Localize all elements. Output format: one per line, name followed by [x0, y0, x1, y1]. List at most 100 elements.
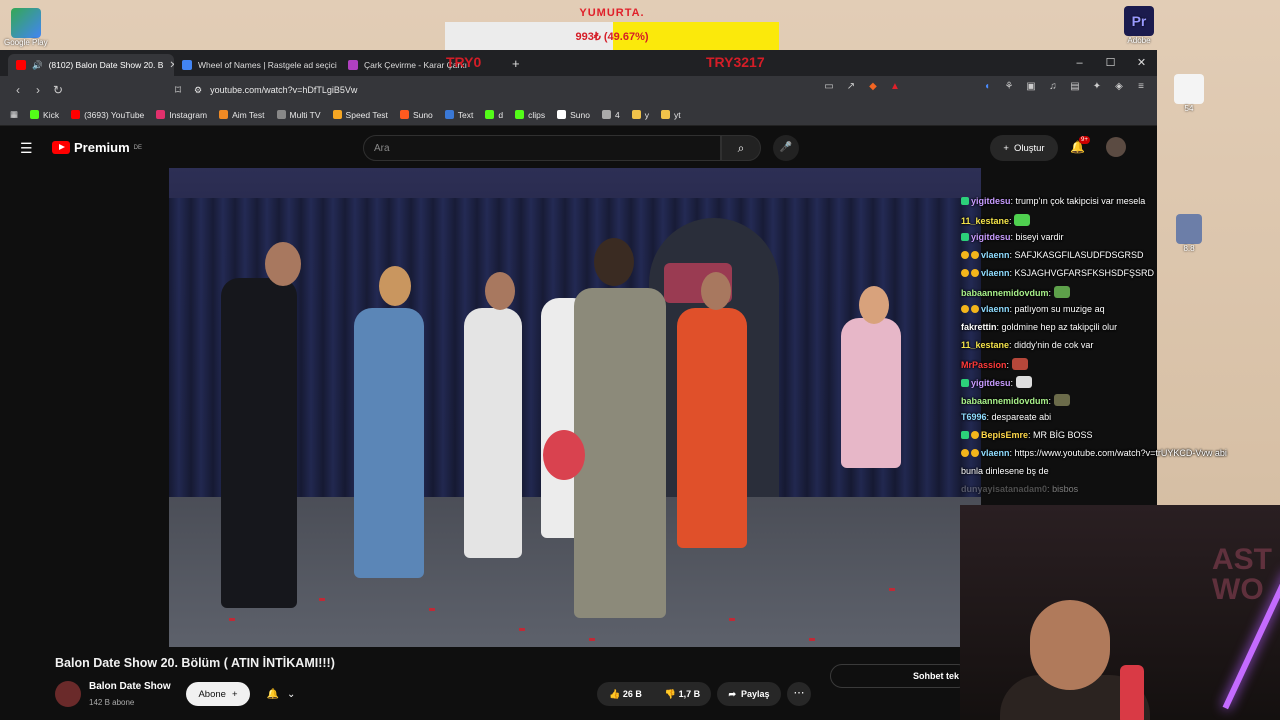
chat-message: yigitdesu: trump'ın çok takipcisi var me… — [961, 196, 1145, 206]
minimize-icon[interactable]: – — [1064, 50, 1095, 76]
cast-icon[interactable]: ▭ — [823, 81, 835, 92]
leo-icon[interactable]: ✦ — [1091, 81, 1103, 92]
supporter-badge-icon — [971, 449, 979, 457]
confetti — [589, 638, 595, 641]
subscribe-button[interactable]: Abone + — [186, 682, 250, 706]
channel-name[interactable]: Balon Date Show — [89, 681, 171, 692]
chat-username[interactable]: vlaenn — [981, 304, 1010, 314]
subscriber-badge-icon — [961, 431, 969, 439]
chat-username[interactable]: 11_kestane — [961, 216, 1009, 226]
sidebar-icon[interactable]: ▣ — [1025, 81, 1037, 92]
maximize-icon[interactable]: ☐ — [1095, 50, 1126, 76]
create-label: Oluştur — [1013, 142, 1045, 154]
playlist-icon[interactable]: ♫ — [1047, 81, 1059, 92]
like-button[interactable]: 👍 26 B — [597, 689, 654, 700]
apps-grid-icon[interactable]: ▦ — [10, 109, 18, 120]
vpn-icon[interactable]: ◈ — [1113, 81, 1125, 92]
brave-shield-icon[interactable]: ◆ — [867, 81, 879, 92]
video-person-2 — [354, 308, 424, 578]
rewards-icon[interactable]: ▲ — [889, 81, 901, 92]
chat-username[interactable]: fakrettin — [961, 322, 997, 332]
chat-username[interactable]: vlaenn — [981, 268, 1010, 278]
bookmark-item[interactable]: y — [631, 110, 649, 120]
bookmark-item[interactable]: 4 — [602, 110, 620, 120]
chat-username[interactable]: babaannemidovdum — [961, 288, 1049, 298]
share-button[interactable]: ➦ Paylaş — [717, 682, 781, 706]
bookmark-item[interactable]: Aim Test — [219, 110, 265, 120]
bookmark-item[interactable]: Suno — [557, 110, 590, 120]
site-info-icon[interactable]: ⚙ — [194, 85, 202, 96]
video-balloon — [543, 430, 585, 480]
youtube-favicon-icon — [16, 60, 26, 70]
search-icon[interactable]: ⌕ — [721, 135, 761, 161]
search-input[interactable]: Ara — [363, 135, 721, 161]
create-button[interactable]: + Oluştur — [990, 135, 1058, 161]
adobe-label: Adobe — [1127, 36, 1151, 45]
back-icon[interactable]: ‹ — [8, 83, 28, 97]
bookmark-item[interactable]: Kick — [30, 110, 59, 120]
chat-username[interactable]: vlaenn — [981, 250, 1010, 260]
bookmark-item[interactable]: Text — [444, 110, 473, 120]
chevron-down-icon: ⌄ — [287, 688, 296, 700]
chat-username[interactable]: T6996 — [961, 412, 987, 422]
subscriber-badge-icon — [961, 379, 969, 387]
bookmark-label: 4 — [615, 109, 620, 120]
chat-username[interactable]: BepisEmre — [981, 430, 1028, 440]
bookmark-item[interactable]: yt — [660, 110, 681, 120]
bookmark-item[interactable]: d — [485, 110, 503, 120]
chat-text: bisbos — [1052, 484, 1079, 494]
tab-youtube[interactable]: 🔊 (8102) Balon Date Show 20. B ✕ — [8, 54, 174, 76]
video-head-2 — [379, 266, 411, 306]
account-avatar[interactable] — [1106, 137, 1126, 157]
url-text: youtube.com/watch?v=hDfTLgiB5Vw — [210, 85, 358, 95]
channel-avatar[interactable] — [55, 681, 81, 707]
bookmark-item[interactable]: Suno — [399, 109, 433, 120]
bookmark-item[interactable]: clips — [515, 110, 545, 120]
youtube-logo[interactable]: Premium DE — [52, 140, 142, 155]
chat-username[interactable]: 11_kestane — [961, 340, 1009, 350]
video-player[interactable] — [169, 168, 981, 647]
chat-toggle-button[interactable]: Sohbet tek — [830, 664, 970, 688]
reload-icon[interactable]: ↻ — [48, 83, 68, 97]
bookmark-label: Speed Test — [345, 109, 388, 120]
video-head-6 — [701, 272, 731, 310]
new-tab-icon[interactable]: + — [512, 56, 520, 71]
extension-icon[interactable]: ⚘ — [1003, 81, 1015, 92]
video-head-7 — [859, 286, 889, 324]
share-page-icon[interactable]: ↗ — [845, 81, 857, 92]
notification-settings-button[interactable]: 🔔 ⌄ — [256, 682, 306, 706]
audio-icon[interactable]: ◖ — [981, 81, 993, 92]
chat-username[interactable]: dunyayisatanadam0 — [961, 484, 1047, 494]
stream-chat-overlay: yigitdesu: trump'ın çok takipcisi var me… — [958, 193, 1276, 505]
bookmark-item[interactable]: Speed Test — [332, 109, 388, 120]
goal-bar: 993₺ (49.67%) — [445, 22, 779, 52]
more-actions-icon[interactable]: ⋯ — [787, 682, 811, 706]
chat-message: fakrettin: goldmine hep az takipçili olu… — [961, 322, 1117, 332]
bookmark-item[interactable]: Multi TV — [276, 110, 321, 120]
chat-username[interactable]: babaannemidovdum — [961, 396, 1049, 406]
chat-username[interactable]: yigitdesu — [971, 378, 1011, 388]
tab-wheel-of-names[interactable]: Wheel of Names | Rastgele ad seçici — [174, 54, 340, 76]
chat-username[interactable]: vlaenn — [981, 448, 1010, 458]
close-window-icon[interactable]: ✕ — [1126, 50, 1157, 76]
bookmark-favicon-icon — [631, 110, 641, 119]
chat-message: T6996: despareate abi — [961, 412, 1051, 422]
watch-widget[interactable]: 54 — [1174, 74, 1204, 113]
wallet-icon[interactable]: ▤ — [1069, 81, 1081, 92]
chat-username[interactable]: MrPassion — [961, 360, 1007, 370]
hamburger-menu-icon[interactable]: ☰ — [20, 140, 33, 157]
bookmark-item[interactable]: (3693) YouTube — [71, 110, 144, 120]
microphone-icon[interactable]: 🎤 — [773, 135, 799, 161]
bookmark-item[interactable]: Instagram — [156, 110, 207, 120]
chat-username[interactable]: yigitdesu — [971, 196, 1011, 206]
chat-username[interactable]: yigitdesu — [971, 232, 1011, 242]
bookmark-icon[interactable]: ⌑ — [168, 83, 188, 97]
dislike-button[interactable]: 👎 1,7 B — [654, 689, 711, 700]
menu-icon[interactable]: ≡ — [1135, 81, 1147, 92]
bookmark-label: Suno — [412, 109, 433, 120]
forward-icon[interactable]: › — [28, 83, 48, 97]
premiere-shortcut[interactable]: Pr Adobe — [1124, 6, 1154, 45]
video-head-1 — [265, 242, 301, 286]
url-field[interactable]: ⚙ youtube.com/watch?v=hDfTLgiB5Vw — [194, 80, 914, 100]
google-play-shortcut[interactable]: Google Play — [4, 8, 48, 47]
